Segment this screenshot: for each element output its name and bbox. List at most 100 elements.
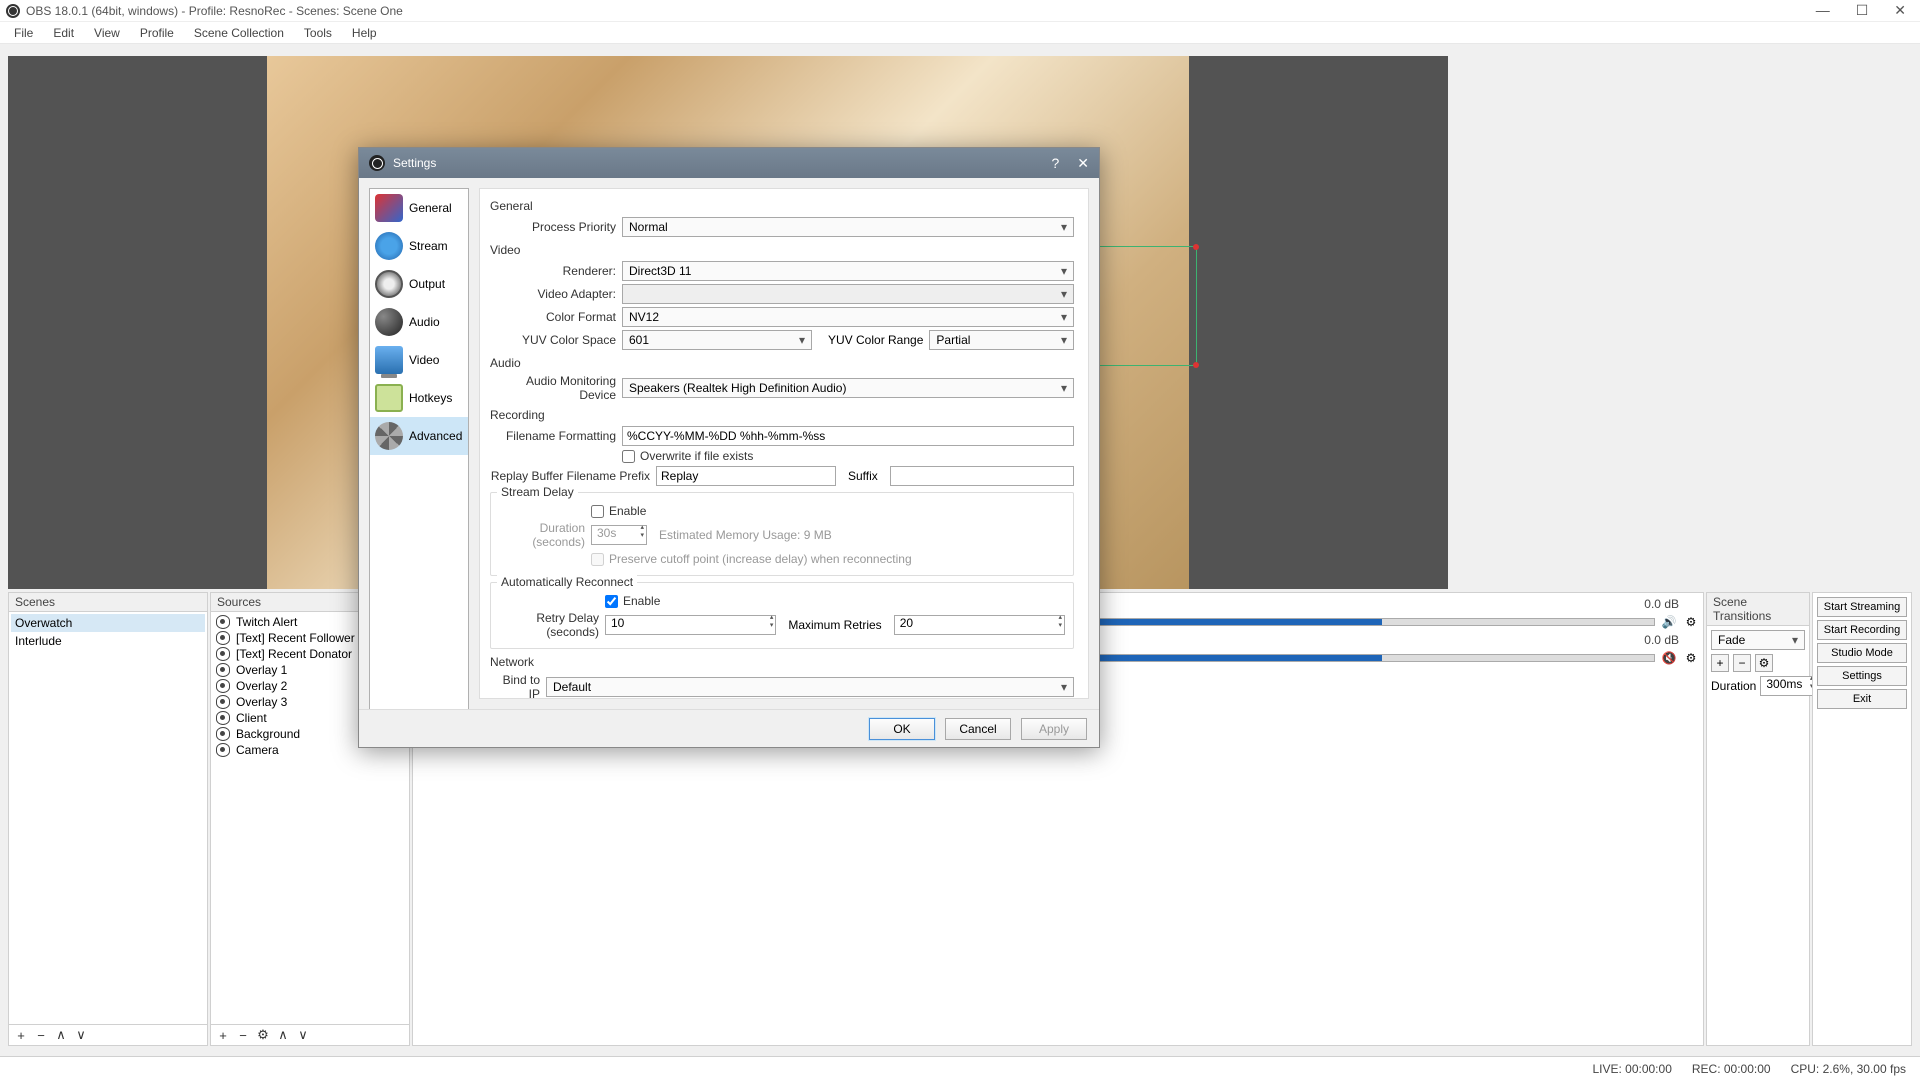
transition-settings-button[interactable]: ⚙ (1755, 654, 1773, 672)
transition-select[interactable]: Fade (1711, 630, 1805, 650)
yuv-space-select[interactable]: 601 (622, 330, 812, 350)
eye-icon[interactable] (216, 679, 230, 693)
scenes-header: Scenes (9, 593, 207, 612)
remove-scene-button[interactable]: − (33, 1027, 49, 1043)
nav-audio[interactable]: Audio (370, 303, 468, 341)
gear-icon[interactable]: ⚙ (1683, 650, 1699, 666)
retry-delay-spinner[interactable]: 10 (605, 615, 776, 635)
source-label: Background (236, 727, 300, 741)
menu-edit[interactable]: Edit (45, 24, 82, 42)
cancel-button[interactable]: Cancel (945, 718, 1011, 740)
eye-icon[interactable] (216, 743, 230, 757)
advanced-icon (375, 422, 403, 450)
audio-icon (375, 308, 403, 336)
nav-stream[interactable]: Stream (370, 227, 468, 265)
max-retries-spinner[interactable]: 20 (894, 615, 1065, 635)
settings-dialog: Settings ? ✕ General Stream Output Audio… (358, 147, 1100, 748)
settings-button[interactable]: Settings (1817, 666, 1907, 686)
menu-profile[interactable]: Profile (132, 24, 182, 42)
obs-logo-icon (369, 155, 385, 171)
stream-delay-enable-checkbox[interactable]: Enable (591, 504, 646, 518)
menu-tools[interactable]: Tools (296, 24, 340, 42)
prefix-input[interactable] (656, 466, 836, 486)
suffix-input[interactable] (890, 466, 1074, 486)
menu-file[interactable]: File (6, 24, 41, 42)
eye-icon[interactable] (216, 647, 230, 661)
settings-footer: OK Cancel Apply (359, 709, 1099, 747)
selection-box[interactable] (1087, 246, 1197, 366)
close-dialog-button[interactable]: ✕ (1077, 155, 1089, 172)
source-label: Camera (236, 743, 279, 757)
scene-item[interactable]: Interlude (11, 632, 205, 650)
settings-titlebar[interactable]: Settings ? ✕ (359, 148, 1099, 178)
memory-usage: Estimated Memory Usage: 9 MB (653, 528, 832, 542)
eye-icon[interactable] (216, 711, 230, 725)
mute-icon[interactable]: 🔇 (1661, 650, 1677, 666)
apply-button: Apply (1021, 718, 1087, 740)
section-general: General (490, 199, 1074, 213)
filename-input[interactable] (622, 426, 1074, 446)
help-button[interactable]: ? (1051, 155, 1059, 172)
menu-scene-collection[interactable]: Scene Collection (186, 24, 292, 42)
source-label: Overlay 3 (236, 695, 287, 709)
color-format-select[interactable]: NV12 (622, 307, 1074, 327)
add-scene-button[interactable]: + (13, 1027, 29, 1043)
mixer-db: 0.0 dB (1621, 597, 1679, 611)
bind-ip-select[interactable]: Default (546, 677, 1074, 697)
remove-source-button[interactable]: − (235, 1027, 251, 1043)
studio-mode-button[interactable]: Studio Mode (1817, 643, 1907, 663)
process-priority-label: Process Priority (490, 220, 616, 234)
video-adapter-select (622, 284, 1074, 304)
exit-button[interactable]: Exit (1817, 689, 1907, 709)
nav-video[interactable]: Video (370, 341, 468, 379)
eye-icon[interactable] (216, 615, 230, 629)
remove-transition-button[interactable]: − (1733, 654, 1751, 672)
filename-label: Filename Formatting (490, 429, 616, 443)
start-streaming-button[interactable]: Start Streaming (1817, 597, 1907, 617)
yuv-range-select[interactable]: Partial (929, 330, 1074, 350)
start-recording-button[interactable]: Start Recording (1817, 620, 1907, 640)
scene-up-button[interactable]: ∧ (53, 1027, 69, 1043)
scene-down-button[interactable]: ∨ (73, 1027, 89, 1043)
menu-help[interactable]: Help (344, 24, 385, 42)
duration-spinner[interactable]: 300ms (1760, 676, 1816, 696)
process-priority-select[interactable]: Normal (622, 217, 1074, 237)
add-transition-button[interactable]: + (1711, 654, 1729, 672)
source-settings-button[interactable]: ⚙ (255, 1027, 271, 1043)
status-bar: LIVE: 00:00:00 REC: 00:00:00 CPU: 2.6%, … (0, 1056, 1920, 1080)
section-video: Video (490, 243, 1074, 257)
reconnect-enable-checkbox[interactable]: Enable (605, 594, 660, 608)
add-source-button[interactable]: + (215, 1027, 231, 1043)
overwrite-checkbox[interactable]: Overwrite if file exists (622, 449, 753, 463)
nav-general[interactable]: General (370, 189, 468, 227)
scene-item[interactable]: Overwatch (11, 614, 205, 632)
status-rec: REC: 00:00:00 (1692, 1062, 1771, 1076)
preserve-cutoff-checkbox: Preserve cutoff point (increase delay) w… (591, 552, 912, 566)
source-down-button[interactable]: ∨ (295, 1027, 311, 1043)
source-label: Client (236, 711, 267, 725)
nav-hotkeys[interactable]: Hotkeys (370, 379, 468, 417)
eye-icon[interactable] (216, 663, 230, 677)
nav-output[interactable]: Output (370, 265, 468, 303)
eye-icon[interactable] (216, 695, 230, 709)
renderer-select[interactable]: Direct3D 11 (622, 261, 1074, 281)
section-audio: Audio (490, 356, 1074, 370)
source-label: Overlay 2 (236, 679, 287, 693)
renderer-label: Renderer: (490, 264, 616, 278)
ok-button[interactable]: OK (869, 718, 935, 740)
eye-icon[interactable] (216, 631, 230, 645)
source-up-button[interactable]: ∧ (275, 1027, 291, 1043)
bind-ip-label: Bind to IP (490, 673, 540, 699)
eye-icon[interactable] (216, 727, 230, 741)
menu-view[interactable]: View (86, 24, 128, 42)
general-icon (375, 194, 403, 222)
speaker-icon[interactable]: 🔊 (1661, 614, 1677, 630)
gear-icon[interactable]: ⚙ (1683, 614, 1699, 630)
nav-advanced[interactable]: Advanced (370, 417, 468, 455)
retry-delay-label: Retry Delay (seconds) (499, 611, 599, 639)
minimize-button[interactable]: — (1816, 2, 1830, 19)
close-button[interactable]: ✕ (1894, 2, 1906, 19)
audio-monitor-select[interactable]: Speakers (Realtek High Definition Audio) (622, 378, 1074, 398)
maximize-button[interactable]: ☐ (1856, 2, 1869, 19)
section-network: Network (490, 655, 1074, 669)
